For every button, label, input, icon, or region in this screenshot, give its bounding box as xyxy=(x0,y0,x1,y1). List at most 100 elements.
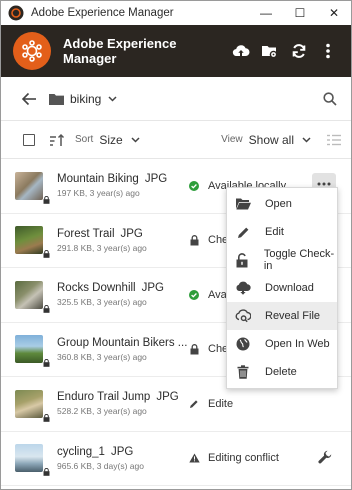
file-details: 360.8 KB, 3 year(s) ago xyxy=(57,351,147,362)
select-all-checkbox[interactable] xyxy=(23,133,35,146)
view-filter-select[interactable]: Show all xyxy=(249,133,311,147)
menu-item-download[interactable]: Download xyxy=(227,274,337,302)
menu-item-label: Download xyxy=(265,282,314,294)
search-icon[interactable] xyxy=(323,91,337,106)
folder-sync-button[interactable] xyxy=(257,38,283,64)
app-header: Adobe Experience Manager xyxy=(1,25,351,77)
file-details: 965.6 KB, 3 day(s) ago xyxy=(57,460,144,471)
list-view-icon[interactable] xyxy=(327,134,341,146)
menu-item-open[interactable]: Open xyxy=(227,190,337,218)
app-icon xyxy=(7,4,25,22)
thumbnail-image xyxy=(15,389,50,422)
menu-item-reveal-file[interactable]: Reveal File xyxy=(227,302,337,330)
warning-icon xyxy=(188,453,200,463)
status-text: Edite xyxy=(208,397,234,410)
back-arrow-icon[interactable] xyxy=(21,92,37,106)
file-type: JPG xyxy=(156,391,179,404)
thumbnail-image xyxy=(15,171,50,204)
globe-icon xyxy=(236,337,250,351)
menu-item-open-in-web[interactable]: Open In Web xyxy=(227,330,337,358)
lock-icon xyxy=(190,343,198,355)
minimize-icon: — xyxy=(260,6,272,20)
sync-status: Edite xyxy=(188,398,233,410)
chevron-down-icon xyxy=(131,136,140,143)
thumbnail-image xyxy=(15,280,50,313)
lock-icon xyxy=(43,304,50,313)
file-details: 291.8 KB, 3 year(s) ago xyxy=(57,242,147,253)
unlock-icon xyxy=(236,252,248,267)
close-icon: ✕ xyxy=(328,6,340,20)
lock-icon xyxy=(190,234,198,246)
file-details: 325.5 KB, 3 year(s) ago xyxy=(57,297,147,308)
wrench-icon[interactable] xyxy=(318,450,332,464)
file-context-menu: Open Edit Toggle Check-in Download Revea… xyxy=(226,187,338,389)
file-name: Group Mountain Bikers ... xyxy=(57,336,187,349)
file-type: JPG xyxy=(110,445,134,458)
chevron-down-icon xyxy=(302,136,311,143)
thumbnail-image xyxy=(15,444,50,477)
check-circle-icon xyxy=(189,180,199,191)
menu-item-label: Open In Web xyxy=(265,338,330,350)
file-name: Rocks Downhill xyxy=(57,282,136,295)
lock-icon xyxy=(43,413,50,422)
upload-button[interactable] xyxy=(228,38,254,64)
maximize-button[interactable]: ☐ xyxy=(283,1,317,25)
trash-icon xyxy=(237,365,249,379)
navigation-bar: biking xyxy=(1,77,351,121)
file-details: 197 KB, 3 year(s) ago xyxy=(57,188,140,199)
sort-order-icon[interactable] xyxy=(49,133,65,147)
file-name: Enduro Trail Jump xyxy=(57,391,151,404)
menu-item-label: Open xyxy=(265,198,292,210)
thumbnail-image xyxy=(15,226,50,259)
menu-item-delete[interactable]: Delete xyxy=(227,358,337,386)
lock-icon xyxy=(43,195,50,204)
file-row[interactable]: cycling_1 JPG 965.6 KB, 3 day(s) ago Edit… xyxy=(1,432,351,486)
cloud-download-icon xyxy=(236,281,251,295)
lock-icon xyxy=(43,359,50,368)
folder-open-icon xyxy=(235,198,251,210)
file-meta: Group Mountain Bikers ... 360.8 KB, 3 ye… xyxy=(57,337,187,362)
menu-item-label: Reveal File xyxy=(265,310,321,322)
close-window-button[interactable]: ✕ xyxy=(317,1,351,25)
chevron-down-icon xyxy=(108,95,117,102)
file-type: JPG xyxy=(141,282,164,295)
breadcrumb[interactable]: biking xyxy=(49,92,323,106)
file-meta: cycling_1 JPG 965.6 KB, 3 day(s) ago xyxy=(57,446,187,471)
current-folder-label: biking xyxy=(70,91,102,106)
vertical-ellipsis-icon xyxy=(326,43,330,59)
lock-icon xyxy=(43,468,50,477)
cloud-upload-icon xyxy=(232,45,250,57)
file-name: Forest Trail xyxy=(57,227,115,240)
menu-item-toggle-check-in[interactable]: Toggle Check-in xyxy=(227,246,337,274)
refresh-icon xyxy=(292,44,306,58)
folder-gear-icon xyxy=(262,46,278,59)
more-menu-button[interactable] xyxy=(315,38,341,64)
window-title: Adobe Experience Manager xyxy=(31,7,174,19)
file-name: cycling_1 xyxy=(57,445,105,458)
sync-status: Avai xyxy=(188,289,229,301)
pencil-icon xyxy=(190,400,198,408)
pencil-icon xyxy=(237,227,248,238)
status-text: Editing conflict xyxy=(208,452,279,465)
horizontal-ellipsis-icon xyxy=(317,182,331,186)
sort-value: Size xyxy=(99,132,123,147)
check-circle-icon xyxy=(189,289,199,300)
window-titlebar: Adobe Experience Manager — ☐ ✕ xyxy=(1,1,351,25)
file-meta: Enduro Trail Jump JPG 528.2 KB, 3 year(s)… xyxy=(57,391,187,416)
menu-item-edit[interactable]: Edit xyxy=(227,218,337,246)
folder-icon xyxy=(49,93,64,105)
file-meta: Forest Trail JPG 291.8 KB, 3 year(s) ago xyxy=(57,228,187,253)
file-meta: Mountain Biking JPG 197 KB, 3 year(s) ago xyxy=(57,173,187,198)
menu-item-label: Toggle Check-in xyxy=(263,248,335,272)
sort-select[interactable]: Size xyxy=(99,132,140,147)
view-filter-value: Show all xyxy=(248,132,294,147)
list-toolbar: Sort Size View Show all xyxy=(1,121,351,159)
sync-status: Editing conflict xyxy=(188,452,279,464)
app-name: Adobe Experience Manager xyxy=(63,36,177,66)
menu-item-label: Delete xyxy=(265,366,297,378)
app-window: Adobe Experience Manager — ☐ ✕ Adobe Exp… xyxy=(0,0,352,490)
file-meta: Rocks Downhill JPG 325.5 KB, 3 year(s) ag… xyxy=(57,282,187,307)
view-label: View xyxy=(221,134,243,145)
minimize-button[interactable]: — xyxy=(249,1,283,25)
refresh-button[interactable] xyxy=(286,38,312,64)
